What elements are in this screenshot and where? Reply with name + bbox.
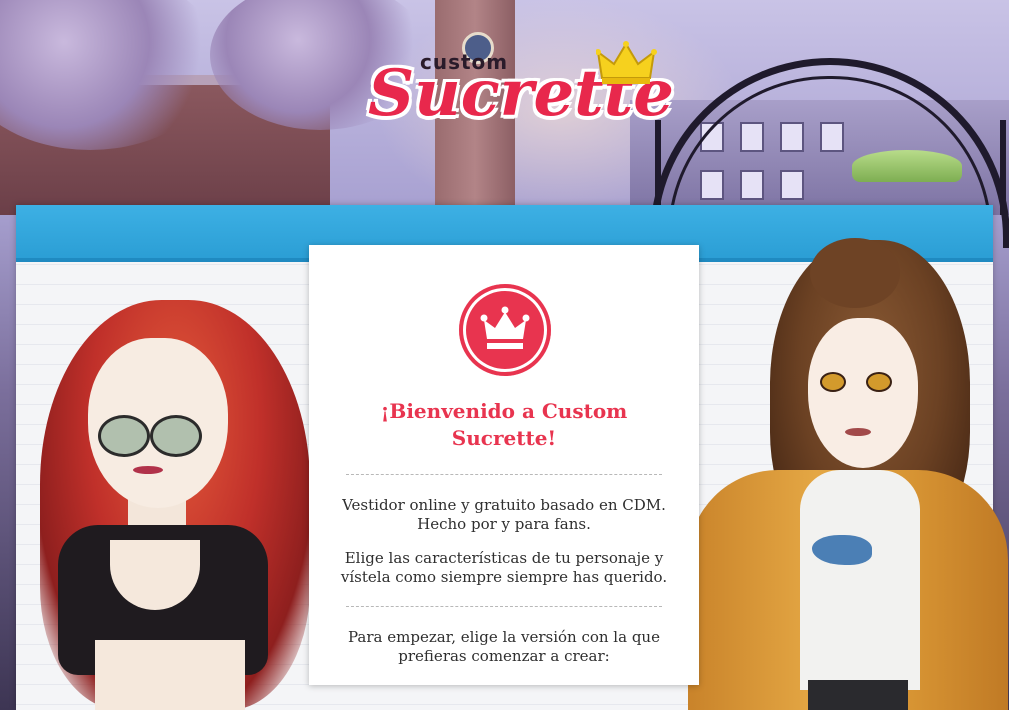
intro-line-2: Hecho por y para fans. [417,515,591,533]
dashed-divider [346,606,662,607]
dashed-divider [346,474,662,475]
intro-line-1: Vestidor online y gratuito basado en CDM… [342,496,666,514]
gate-post [1000,120,1006,215]
green-awning [852,150,962,182]
intro-text: Vestidor online y gratuito basado en CDM… [329,496,679,534]
start-prompt-text: Para empezar, elige la versión con la qu… [348,628,660,665]
crown-icon [596,41,657,84]
welcome-card: ¡Bienvenido a Custom Sucrette! Vestidor … [309,245,699,685]
custom-sucrette-logo[interactable]: custom Sucrette [360,40,674,160]
welcome-title: ¡Bienvenido a Custom Sucrette! [380,399,628,450]
crown-icon [480,306,530,349]
crown-badge [459,284,551,376]
features-text: Elige las características de tu personaj… [340,549,668,586]
